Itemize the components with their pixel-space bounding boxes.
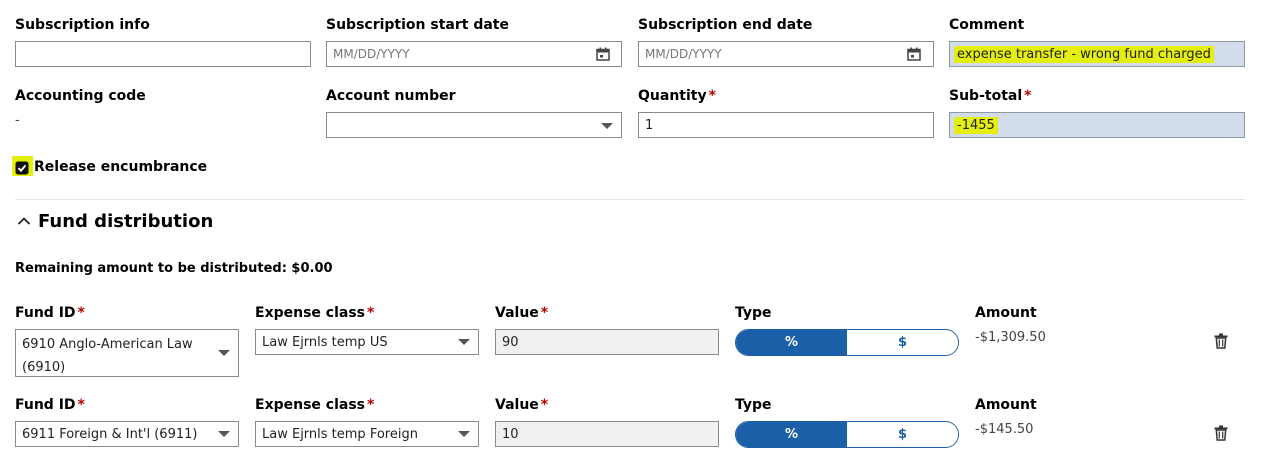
expense-class-select[interactable]: Law Ejrnls temp US <box>255 329 479 355</box>
fund-distribution-title[interactable]: Fund distribution <box>38 211 213 232</box>
comment-label: Comment <box>949 17 1025 33</box>
accounting-code-label: Accounting code <box>15 88 146 104</box>
value-input[interactable]: 90 <box>495 329 719 355</box>
subtotal-label: Sub-total * <box>949 88 1032 104</box>
value-input[interactable]: 10 <box>495 421 719 447</box>
fund-id-label: Fund ID * <box>15 397 85 413</box>
type-dollar-button[interactable]: $ <box>847 422 958 447</box>
caret-down-icon <box>458 339 470 345</box>
section-divider <box>15 199 1245 200</box>
trash-icon[interactable] <box>1214 333 1228 349</box>
subtotal-value: -1455 <box>954 116 998 134</box>
end-date-placeholder: MM/DD/YYYY <box>645 47 722 61</box>
caret-down-icon <box>218 350 230 356</box>
account-number-select[interactable] <box>326 112 622 138</box>
chevron-up-icon[interactable] <box>17 216 31 226</box>
subscription-info-input[interactable] <box>15 41 311 67</box>
amount-value: -$145.50 <box>975 422 1034 437</box>
type-percent-button[interactable]: % <box>736 330 847 355</box>
release-encumbrance-label[interactable]: Release encumbrance <box>34 159 207 175</box>
calendar-icon[interactable] <box>907 47 921 61</box>
subscription-end-date-input[interactable]: MM/DD/YYYY <box>638 41 934 67</box>
amount-label: Amount <box>975 397 1037 413</box>
account-number-label: Account number <box>326 88 456 104</box>
checkbox-checked-icon[interactable] <box>15 161 29 175</box>
fund-id-label: Fund ID * <box>15 305 85 321</box>
subscription-start-date-label: Subscription start date <box>326 17 509 33</box>
amount-label: Amount <box>975 305 1037 321</box>
subscription-end-date-label: Subscription end date <box>638 17 813 33</box>
trash-icon[interactable] <box>1214 425 1228 441</box>
caret-down-icon <box>458 431 470 437</box>
type-dollar-button[interactable]: $ <box>847 330 958 355</box>
fund-id-select[interactable]: 6910 Anglo-American Law (6910) <box>15 329 239 377</box>
caret-down-icon <box>218 431 230 437</box>
value-label: Value * <box>495 305 549 321</box>
accounting-code-value: - <box>15 113 20 128</box>
type-label: Type <box>735 397 772 413</box>
start-date-placeholder: MM/DD/YYYY <box>333 47 410 61</box>
comment-input[interactable]: expense transfer - wrong fund charged <box>949 41 1245 67</box>
type-percent-button[interactable]: % <box>736 422 847 447</box>
type-label: Type <box>735 305 772 321</box>
type-toggle[interactable]: % $ <box>735 421 959 448</box>
quantity-label: Quantity * <box>638 88 716 104</box>
expense-class-label: Expense class * <box>255 397 375 413</box>
value-label: Value * <box>495 397 549 413</box>
subscription-start-date-input[interactable]: MM/DD/YYYY <box>326 41 622 67</box>
caret-down-icon <box>601 123 613 129</box>
comment-value: expense transfer - wrong fund charged <box>954 45 1214 63</box>
expense-class-label: Expense class * <box>255 305 375 321</box>
expense-class-select[interactable]: Law Ejrnls temp Foreign <box>255 421 479 447</box>
subtotal-input[interactable]: -1455 <box>949 112 1245 138</box>
calendar-icon[interactable] <box>596 47 610 61</box>
type-toggle[interactable]: % $ <box>735 329 959 356</box>
subscription-info-label: Subscription info <box>15 17 150 33</box>
remaining-amount-text: Remaining amount to be distributed: $0.0… <box>15 261 333 276</box>
amount-value: -$1,309.50 <box>975 330 1046 345</box>
fund-id-select[interactable]: 6911 Foreign & Int'l (6911) <box>15 421 239 447</box>
quantity-input[interactable]: 1 <box>638 112 934 138</box>
